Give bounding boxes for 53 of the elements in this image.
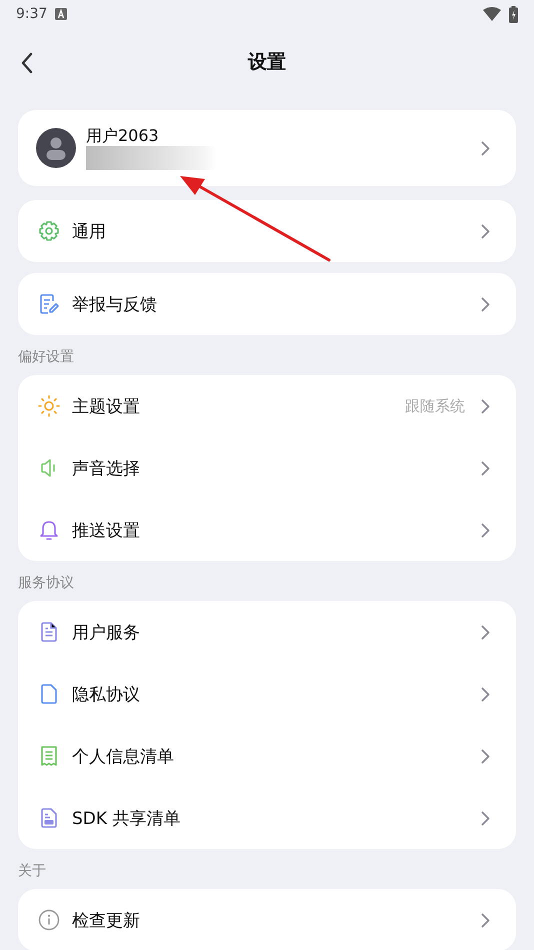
page-title: 设置 <box>248 50 286 75</box>
info-icon <box>38 909 60 931</box>
settings-row[interactable]: 推送设置 <box>18 499 516 561</box>
settings-row[interactable]: 主题设置 跟随系统 <box>18 375 516 437</box>
chevron-right-icon <box>481 624 490 640</box>
bell-icon <box>38 519 60 541</box>
user-name: 用户2063 <box>86 126 160 146</box>
chevron-right-icon <box>481 748 490 764</box>
document-icon <box>38 807 60 829</box>
row-label: 通用 <box>72 220 106 242</box>
gear-icon <box>38 220 60 242</box>
row-label: SDK 共享清单 <box>72 808 180 830</box>
settings-row[interactable]: 用户服务 <box>18 601 516 663</box>
settings-row[interactable]: SDK 共享清单 <box>18 787 516 849</box>
battery-icon <box>509 6 518 22</box>
receipt-icon <box>38 745 60 767</box>
section-header: 偏好设置 <box>17 348 75 367</box>
row-value: 跟随系统 <box>405 396 465 416</box>
chevron-right-icon <box>481 686 490 702</box>
chevron-right-icon <box>481 296 490 312</box>
settings-row[interactable]: 检查更新 <box>18 889 516 950</box>
row-label: 检查更新 <box>72 910 140 932</box>
row-label: 举报与反馈 <box>72 294 157 316</box>
chevron-right-icon <box>481 522 490 538</box>
chevron-right-icon <box>481 912 490 928</box>
chevron-right-icon <box>481 140 490 156</box>
chevron-right-icon <box>481 460 490 476</box>
document-pen-icon <box>38 293 60 315</box>
document-icon <box>38 621 60 643</box>
chevron-right-icon <box>481 398 490 414</box>
chevron-right-icon <box>481 810 490 826</box>
row-label: 主题设置 <box>72 396 140 418</box>
settings-row[interactable]: 隐私协议 <box>18 663 516 725</box>
sun-icon <box>38 395 60 417</box>
section-header: 关于 <box>17 862 47 881</box>
row-label: 用户服务 <box>72 622 140 644</box>
notification-icon <box>55 8 68 20</box>
section-header: 服务协议 <box>17 574 75 593</box>
settings-row[interactable]: 个人信息清单 <box>18 725 516 787</box>
row-label: 隐私协议 <box>72 684 140 706</box>
chevron-right-icon <box>481 224 490 238</box>
settings-row[interactable]: 声音选择 <box>18 437 516 499</box>
status-time: 9:37 <box>16 6 48 22</box>
row-label: 推送设置 <box>72 520 140 542</box>
chevron-left-icon <box>20 52 34 74</box>
profile-card[interactable]: 用户2063 <box>18 110 516 186</box>
row-label: 声音选择 <box>72 458 140 480</box>
row-label: 个人信息清单 <box>72 746 174 768</box>
blank-document-icon <box>38 683 60 705</box>
avatar-icon <box>36 128 76 168</box>
settings-row[interactable]: 举报与反馈 <box>18 273 516 335</box>
wifi-icon <box>483 7 501 21</box>
settings-row[interactable]: 通用 <box>18 200 516 262</box>
